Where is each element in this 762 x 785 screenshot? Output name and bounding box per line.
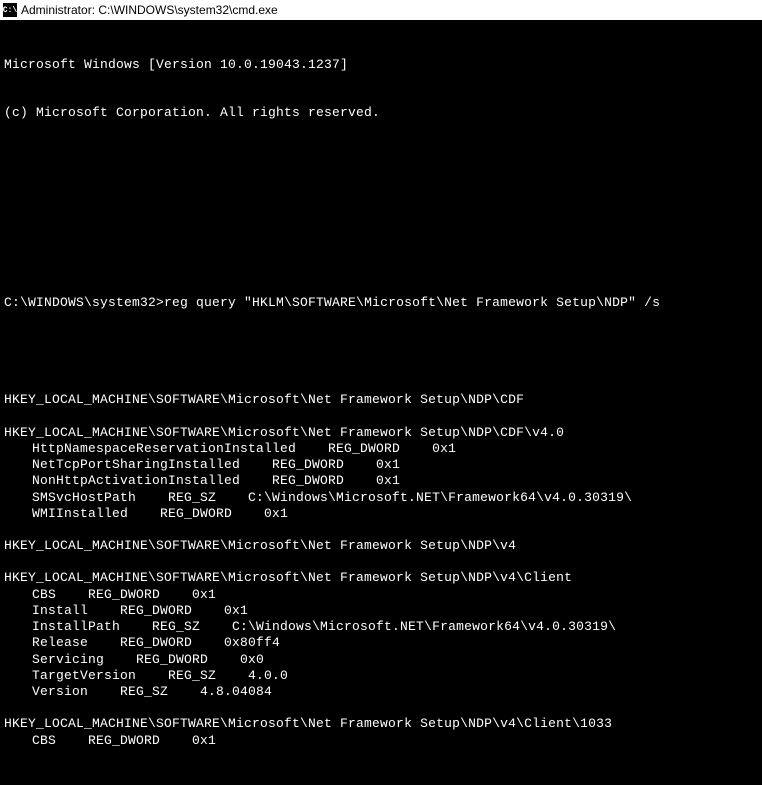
registry-key-path: HKEY_LOCAL_MACHINE\SOFTWARE\Microsoft\Ne… [4, 716, 758, 732]
prompt-path: C:\WINDOWS\system32> [4, 295, 164, 310]
registry-key-path: HKEY_LOCAL_MACHINE\SOFTWARE\Microsoft\Ne… [4, 392, 758, 408]
blank-line [4, 247, 758, 263]
blank-line [4, 522, 758, 538]
registry-value-line: NonHttpActivationInstalled REG_DWORD 0x1 [4, 473, 758, 489]
registry-value-line: TargetVersion REG_SZ 4.0.0 [4, 668, 758, 684]
typed-command: reg query "HKLM\SOFTWARE\Microsoft\Net F… [164, 295, 660, 310]
registry-value-line: WMIInstalled REG_DWORD 0x1 [4, 506, 758, 522]
registry-value-line: Servicing REG_DWORD 0x0 [4, 652, 758, 668]
header-line-1: Microsoft Windows [Version 10.0.19043.12… [4, 57, 758, 73]
header-line-2: (c) Microsoft Corporation. All rights re… [4, 105, 758, 121]
blank-line [4, 344, 758, 360]
registry-value-line: SMSvcHostPath REG_SZ C:\Windows\Microsof… [4, 490, 758, 506]
registry-value-line: CBS REG_DWORD 0x1 [4, 733, 758, 749]
registry-value-line: InstallPath REG_SZ C:\Windows\Microsoft.… [4, 619, 758, 635]
blank-spacer [4, 154, 758, 214]
blank-line [4, 554, 758, 570]
registry-key-path: HKEY_LOCAL_MACHINE\SOFTWARE\Microsoft\Ne… [4, 425, 758, 441]
command-output: HKEY_LOCAL_MACHINE\SOFTWARE\Microsoft\Ne… [4, 392, 758, 765]
registry-value-line: Version REG_SZ 4.8.04084 [4, 684, 758, 700]
blank-line [4, 700, 758, 716]
registry-value-line: HttpNamespaceReservationInstalled REG_DW… [4, 441, 758, 457]
blank-line [4, 409, 758, 425]
registry-value-line: Release REG_DWORD 0x80ff4 [4, 635, 758, 651]
registry-key-path: HKEY_LOCAL_MACHINE\SOFTWARE\Microsoft\Ne… [4, 538, 758, 554]
registry-value-line: NetTcpPortSharingInstalled REG_DWORD 0x1 [4, 457, 758, 473]
cmd-icon: C:\ [3, 3, 17, 17]
registry-value-line: Install REG_DWORD 0x1 [4, 603, 758, 619]
blank-line [4, 749, 758, 765]
registry-key-path: HKEY_LOCAL_MACHINE\SOFTWARE\Microsoft\Ne… [4, 570, 758, 586]
window-title-text: Administrator: C:\WINDOWS\system32\cmd.e… [21, 3, 278, 17]
window-title-bar[interactable]: C:\ Administrator: C:\WINDOWS\system32\c… [0, 0, 762, 20]
terminal-area[interactable]: Microsoft Windows [Version 10.0.19043.12… [0, 20, 762, 785]
prompt-line: C:\WINDOWS\system32>reg query "HKLM\SOFT… [4, 295, 758, 311]
registry-value-line: CBS REG_DWORD 0x1 [4, 587, 758, 603]
